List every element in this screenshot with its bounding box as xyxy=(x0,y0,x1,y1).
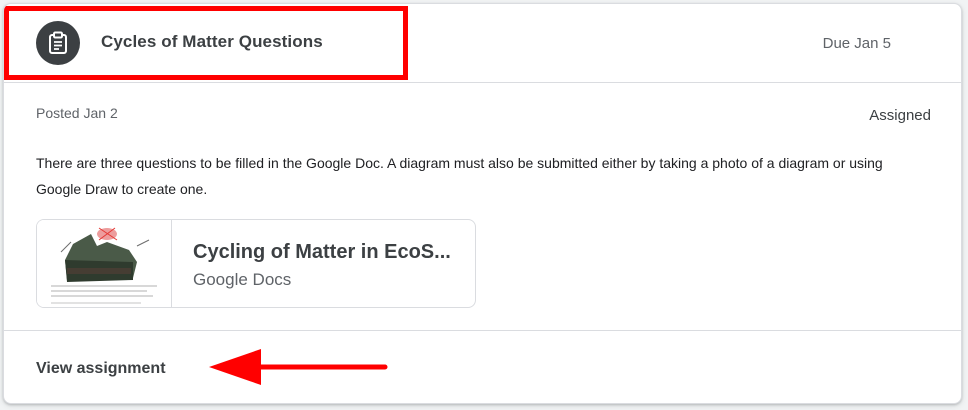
assignment-card: Cycles of Matter Questions Due Jan 5 Pos… xyxy=(3,3,962,404)
attachment-card[interactable]: Cycling of Matter in EcoS... Google Docs xyxy=(36,219,476,308)
due-date: Due Jan 5 xyxy=(822,35,891,52)
annotation-arrow xyxy=(209,349,388,385)
assignment-footer: View assignment xyxy=(4,330,961,403)
attachment-title[interactable]: Cycling of Matter in EcoS... xyxy=(193,241,451,264)
assignment-status: Assigned xyxy=(869,107,931,124)
document-thumbnail xyxy=(37,220,172,307)
attachment-type: Google Docs xyxy=(193,270,292,289)
assignment-description: There are three questions to be filled i… xyxy=(36,155,883,197)
view-assignment-link[interactable]: View assignment xyxy=(36,360,166,378)
highlight-box xyxy=(4,6,408,80)
posted-date: Posted Jan 2 xyxy=(36,105,118,121)
